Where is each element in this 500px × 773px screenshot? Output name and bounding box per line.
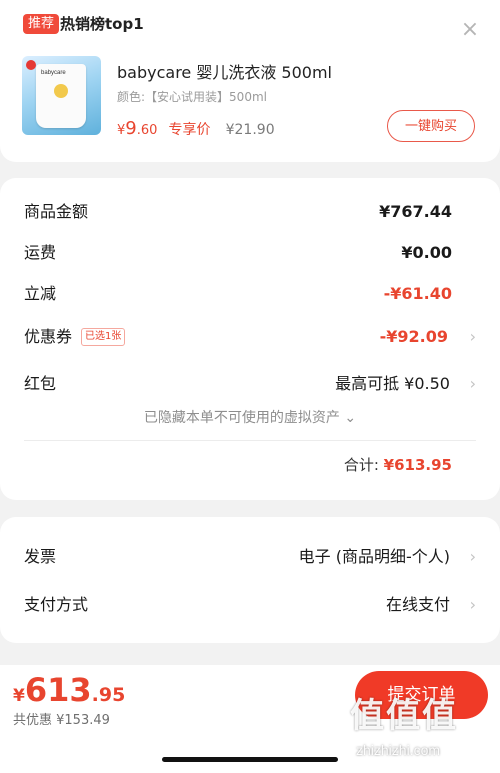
goods-amount-value: ¥767.44: [379, 202, 452, 221]
recommend-badge: 推荐: [23, 14, 60, 34]
one-click-buy-button[interactable]: 一键购买: [387, 110, 475, 142]
goods-amount-label: 商品金额: [24, 202, 89, 221]
total-value: ¥613.95: [383, 456, 452, 474]
price-tag: 专享价: [168, 122, 211, 138]
payment-method-row[interactable]: 支付方式 在线支付 ›: [24, 593, 476, 617]
product-thumbnail[interactable]: babycare: [22, 56, 101, 135]
chevron-right-icon: ›: [469, 374, 476, 393]
total-label: 合计:: [343, 456, 379, 474]
shipping-label: 运费: [24, 243, 57, 262]
promo-title: 热销榜top1: [60, 15, 144, 33]
watermark-site: zhizhizhi.com: [356, 742, 441, 758]
invoice-row[interactable]: 发票 电子 (商品明细-个人) ›: [24, 545, 476, 569]
payable-integer: 613: [24, 671, 92, 709]
goods-amount-row: 商品金额 ¥767.44: [24, 200, 476, 224]
discount-row: 立减 -¥61.40: [24, 282, 476, 306]
total-savings: 共优惠 ¥153.49: [13, 713, 110, 728]
product-price: ¥9.60 专享价 ¥21.90: [117, 118, 275, 142]
chevron-right-icon: ›: [469, 327, 476, 346]
coupon-row[interactable]: 优惠券 已选1张 -¥92.09 ›: [24, 325, 476, 349]
coupon-selected-tag: 已选1张: [81, 328, 126, 346]
original-price: ¥21.90: [225, 122, 275, 138]
chevron-down-icon: ⌄: [344, 410, 357, 426]
price-decimal: .60: [136, 123, 158, 138]
product-spec: 颜色:【安心试用装】500ml: [117, 90, 267, 104]
payment-method-value: 在线支付: [385, 595, 450, 614]
payment-method-label: 支付方式: [24, 595, 89, 614]
invoice-payment-card: [0, 517, 500, 643]
product-package: babycare: [36, 64, 86, 128]
chevron-right-icon: ›: [469, 547, 476, 566]
payable-currency: ¥: [13, 686, 25, 706]
payable-decimal: .95: [91, 684, 126, 706]
chevron-right-icon: ›: [469, 595, 476, 614]
package-graphic: [54, 84, 68, 98]
invoice-label: 发票: [24, 547, 57, 566]
brand-logo-icon: [26, 60, 36, 70]
product-name[interactable]: babycare 婴儿洗衣液 500ml: [117, 62, 332, 84]
hidden-assets-toggle[interactable]: 已隐藏本单不可使用的虚拟资产 ⌄: [0, 407, 500, 427]
divider: [24, 440, 476, 441]
red-packet-label: 红包: [24, 374, 57, 393]
red-packet-row[interactable]: 红包 最高可抵 ¥0.50 ›: [24, 372, 476, 396]
red-packet-value: 最高可抵 ¥0.50: [335, 374, 450, 393]
coupon-label: 优惠券: [24, 327, 73, 346]
discount-value: -¥61.40: [383, 284, 452, 303]
watermark: 值值值: [350, 696, 458, 736]
invoice-value: 电子 (商品明细-个人): [298, 547, 450, 566]
hidden-assets-text: 已隐藏本单不可使用的虚拟资产: [143, 410, 340, 426]
home-indicator[interactable]: [162, 757, 338, 762]
package-brand-text: babycare: [41, 70, 66, 76]
discount-label: 立减: [24, 284, 57, 303]
payable-amount: ¥613.95: [13, 671, 125, 711]
price-integer: 9: [125, 118, 137, 139]
coupon-value: -¥92.09: [379, 327, 448, 346]
recommendation-card: 推荐 热销榜top1 × babycare babycare 婴儿洗衣液 500…: [0, 0, 500, 162]
shipping-value: ¥0.00: [401, 243, 452, 262]
order-total: 合计: ¥613.95: [344, 454, 452, 475]
close-icon[interactable]: ×: [458, 18, 482, 42]
shipping-row: 运费 ¥0.00: [24, 241, 476, 265]
